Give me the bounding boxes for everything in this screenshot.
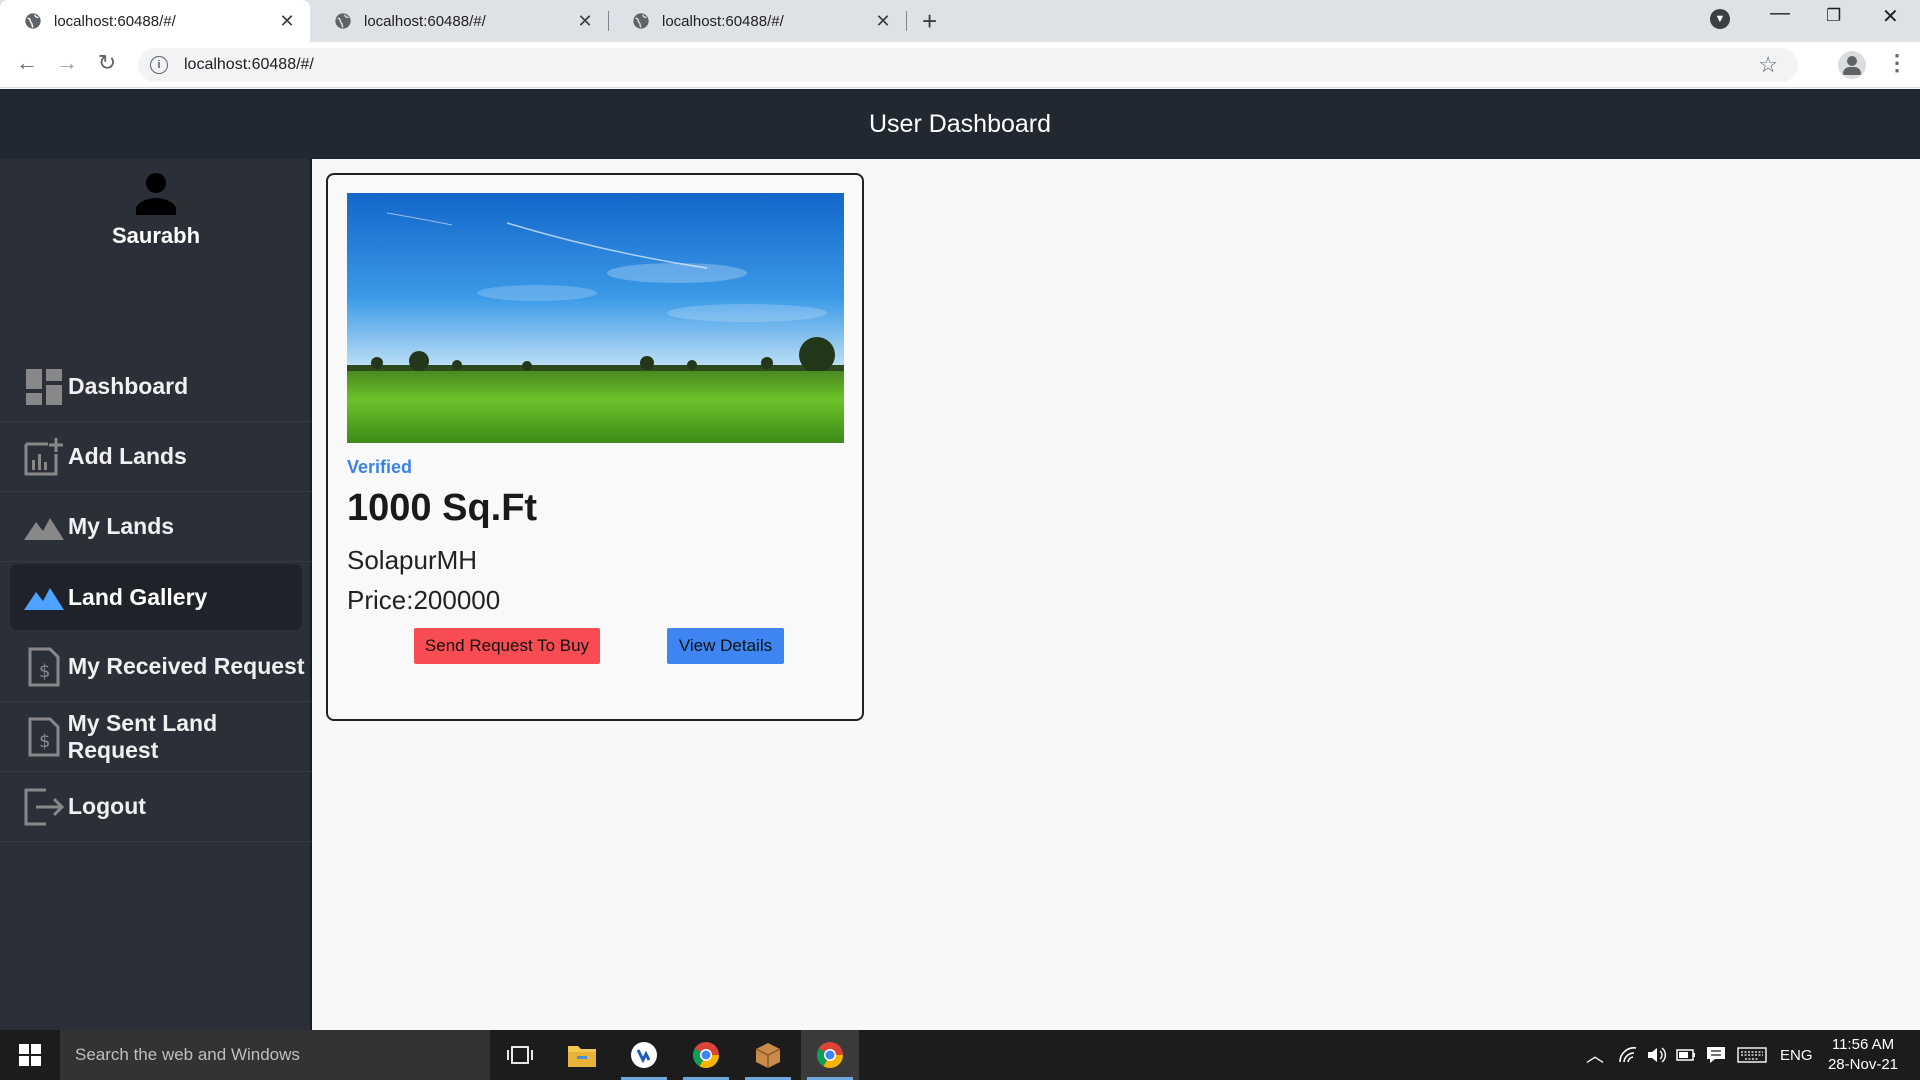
user-profile: Saurabh [0, 169, 312, 249]
browser-tab-2[interactable]: localhost:60488/#/ ✕ [310, 0, 608, 42]
logout-icon [24, 787, 64, 827]
main-content: Verified 1000 Sq.Ft SolapurMH Price:2000… [314, 159, 1920, 1030]
land-card: Verified 1000 Sq.Ft SolapurMH Price:2000… [326, 173, 864, 721]
user-name: Saurabh [111, 223, 201, 248]
tab-title: localhost:60488/#/ [662, 12, 784, 30]
globe-icon [335, 13, 351, 29]
dashboard-icon [24, 367, 64, 407]
close-icon[interactable]: ✕ [874, 11, 892, 32]
browser-tab-3[interactable]: localhost:60488/#/ ✕ [608, 0, 906, 42]
sidebar-item-add-lands[interactable]: Add Lands [0, 422, 312, 492]
page-title: User Dashboard [868, 109, 1052, 138]
tray-chevron-up-icon[interactable]: ︿ [1586, 1030, 1604, 1080]
request-document-icon: $ [24, 717, 64, 757]
request-document-icon: $ [24, 647, 64, 687]
sidebar-item-label: Dashboard [68, 373, 189, 399]
tab-title: localhost:60488/#/ [364, 12, 486, 30]
restore-icon[interactable]: ❐ [1826, 6, 1841, 26]
sidebar-item-sent-request[interactable]: $ My Sent Land Request [0, 702, 312, 772]
land-area: 1000 Sq.Ft [347, 487, 538, 529]
forward-icon[interactable]: → [52, 50, 82, 76]
sidebar-item-label: My Received Request [68, 653, 305, 679]
landscape-icon [24, 507, 64, 547]
sidebar-item-label: Logout [68, 793, 146, 819]
keyboard-icon[interactable] [1737, 1030, 1767, 1080]
sidebar-item-label: My Lands [68, 513, 175, 539]
new-tab-icon[interactable]: + [922, 6, 937, 37]
bookmark-star-icon[interactable]: ☆ [1758, 52, 1778, 78]
sidebar-item-label: Add Lands [68, 443, 187, 469]
land-image [347, 193, 844, 443]
file-explorer-icon[interactable] [553, 1030, 611, 1080]
sidebar-item-logout[interactable]: Logout [0, 772, 312, 842]
land-location: SolapurMH [347, 545, 478, 575]
taskbar-search-input[interactable]: Search the web and Windows [60, 1030, 490, 1080]
clock-date: 28-Nov-21 [1827, 1056, 1899, 1073]
system-clock[interactable]: 11:56 AM 28-Nov-21 [1818, 1035, 1908, 1075]
globe-icon [25, 13, 41, 29]
globe-icon [633, 13, 649, 29]
svg-text:$: $ [39, 661, 50, 682]
more-vert-icon[interactable]: ⋮ [1886, 50, 1908, 76]
package-app-icon[interactable] [739, 1030, 797, 1080]
address-bar: ← → ↻ i localhost:60488/#/ ☆ ⋮ [0, 42, 1920, 88]
add-chart-icon [24, 437, 64, 477]
tab-title: localhost:60488/#/ [54, 12, 176, 30]
land-price: Price:200000 [347, 585, 501, 615]
sidebar-item-land-gallery[interactable]: Land Gallery [10, 564, 302, 630]
close-icon[interactable]: ✕ [278, 11, 296, 32]
window-close-icon[interactable]: ✕ [1882, 4, 1899, 29]
browser-tabstrip: localhost:60488/#/ ✕ localhost:60488/#/ … [0, 0, 1920, 42]
task-view-icon[interactable] [491, 1030, 549, 1080]
sidebar: Saurabh Dashboard Add Lands My Lands Lan… [0, 159, 312, 1030]
windows-start-icon[interactable] [0, 1030, 60, 1080]
chrome-app-icon[interactable] [801, 1030, 859, 1080]
wifi-icon[interactable] [1618, 1030, 1638, 1080]
vscode-app-icon[interactable] [615, 1030, 673, 1080]
send-request-button[interactable]: Send Request To Buy [414, 628, 600, 664]
minimize-icon[interactable]: — [1770, 2, 1790, 25]
windows-taskbar: Search the web and Windows ︿ ENG 11:56 A… [0, 1030, 1920, 1080]
back-icon[interactable]: ← [12, 50, 42, 76]
notification-icon[interactable] [1706, 1030, 1726, 1080]
tab-separator [906, 11, 907, 31]
sidebar-item-label: My Sent Land Request [67, 709, 218, 763]
battery-icon[interactable] [1676, 1030, 1696, 1080]
info-icon[interactable]: i [150, 56, 168, 74]
sidebar-item-dashboard[interactable]: Dashboard [0, 352, 312, 422]
profile-icon[interactable] [1838, 51, 1866, 79]
svg-text:$: $ [39, 731, 50, 752]
sidebar-item-received-request[interactable]: $ My Received Request [0, 632, 312, 702]
url-text: localhost:60488/#/ [184, 56, 314, 73]
verified-badge: Verified [347, 457, 413, 477]
sidebar-item-label: Land Gallery [68, 583, 208, 610]
clock-time: 11:56 AM [1831, 1036, 1895, 1053]
browser-tab-1[interactable]: localhost:60488/#/ ✕ [0, 0, 310, 42]
tab-search-icon[interactable]: ▼ [1710, 9, 1730, 29]
view-details-button[interactable]: View Details [667, 628, 784, 664]
chrome-app-icon[interactable] [677, 1030, 735, 1080]
close-icon[interactable]: ✕ [576, 11, 594, 32]
volume-icon[interactable] [1646, 1030, 1666, 1080]
sidebar-item-my-lands[interactable]: My Lands [0, 492, 312, 562]
sidebar-menu: Dashboard Add Lands My Lands Land Galler… [0, 352, 312, 842]
landscape-icon [24, 577, 64, 617]
url-input[interactable]: i localhost:60488/#/ ☆ [138, 48, 1798, 82]
person-icon [136, 173, 176, 215]
reload-icon[interactable]: ↻ [92, 50, 122, 76]
language-indicator[interactable]: ENG [1780, 1030, 1813, 1080]
app-header: User Dashboard [0, 89, 1920, 159]
